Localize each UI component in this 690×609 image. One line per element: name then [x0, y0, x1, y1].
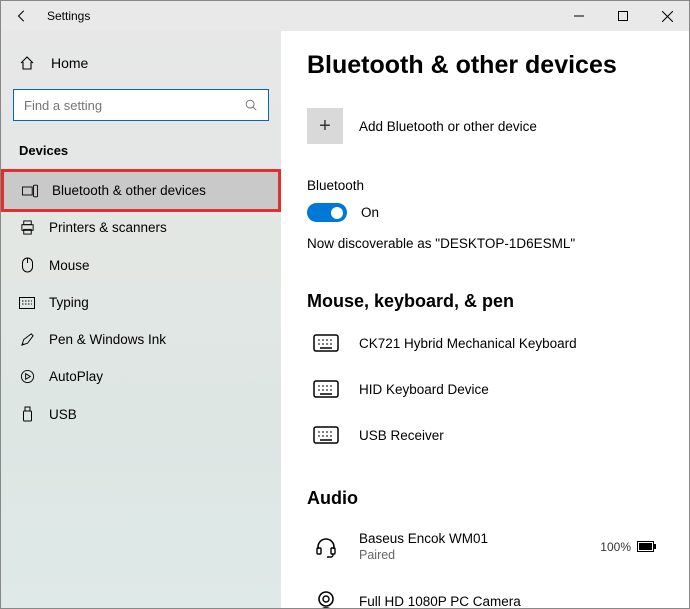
minimize-button[interactable]	[557, 1, 601, 31]
devices-icon	[22, 184, 38, 198]
sidebar-item-mouse[interactable]: Mouse	[1, 246, 281, 284]
device-row[interactable]: Baseus Encok WM01 Paired 100%	[307, 523, 663, 582]
usb-icon	[19, 406, 35, 422]
close-button[interactable]	[645, 1, 689, 31]
device-status: Paired	[359, 548, 582, 562]
search-icon	[244, 98, 258, 112]
search-field[interactable]	[24, 98, 244, 113]
home-label: Home	[51, 55, 88, 71]
home-nav[interactable]: Home	[1, 49, 281, 89]
settings-window: Settings Home	[0, 0, 690, 609]
keyboard-icon	[19, 297, 35, 309]
maximize-button[interactable]	[601, 1, 645, 31]
autoplay-icon	[19, 369, 35, 384]
device-name: HID Keyboard Device	[359, 382, 663, 397]
device-row[interactable]: CK721 Hybrid Mechanical Keyboard	[307, 326, 663, 372]
audio-header: Audio	[307, 488, 663, 509]
sidebar-item-pen[interactable]: Pen & Windows Ink	[1, 321, 281, 358]
sidebar-item-label: Typing	[49, 295, 89, 310]
device-name: CK721 Hybrid Mechanical Keyboard	[359, 336, 663, 351]
sidebar-item-label: AutoPlay	[49, 369, 103, 384]
keyboard-icon	[311, 334, 341, 352]
bluetooth-toggle-state: On	[361, 205, 379, 220]
sidebar-item-printers[interactable]: Printers & scanners	[1, 209, 281, 246]
battery-percent: 100%	[600, 540, 631, 554]
keyboard-icon	[311, 380, 341, 398]
mouse-icon	[19, 257, 35, 273]
sidebar-item-typing[interactable]: Typing	[1, 284, 281, 321]
add-device-label: Add Bluetooth or other device	[359, 119, 537, 134]
pen-icon	[19, 332, 35, 347]
titlebar: Settings	[1, 1, 689, 31]
device-name: USB Receiver	[359, 428, 663, 443]
plus-icon: +	[307, 108, 343, 144]
sidebar-item-label: Pen & Windows Ink	[49, 332, 166, 347]
search-input[interactable]	[13, 89, 269, 121]
page-title: Bluetooth & other devices	[307, 51, 663, 80]
sidebar-item-bluetooth[interactable]: Bluetooth & other devices	[4, 172, 278, 209]
battery-icon	[637, 541, 657, 552]
device-row[interactable]: HID Keyboard Device	[307, 372, 663, 418]
bluetooth-toggle[interactable]	[307, 203, 347, 222]
sidebar-item-label: Mouse	[49, 258, 90, 273]
window-title: Settings	[47, 9, 90, 23]
device-name: Baseus Encok WM01	[359, 531, 582, 546]
sidebar-item-label: Printers & scanners	[49, 220, 167, 235]
headset-icon	[311, 535, 341, 559]
section-label: Devices	[1, 139, 281, 172]
sidebar-item-usb[interactable]: USB	[1, 395, 281, 433]
bluetooth-section-label: Bluetooth	[307, 178, 663, 193]
device-row[interactable]: USB Receiver	[307, 418, 663, 464]
battery-indicator: 100%	[600, 540, 663, 554]
device-row[interactable]: Full HD 1080P PC Camera	[307, 582, 663, 608]
device-name: Full HD 1080P PC Camera	[359, 594, 663, 609]
sidebar-item-label: Bluetooth & other devices	[52, 183, 206, 198]
printer-icon	[19, 220, 35, 235]
main-content: Bluetooth & other devices + Add Bluetoot…	[281, 31, 689, 608]
home-icon	[19, 55, 35, 71]
discoverable-text: Now discoverable as "DESKTOP-1D6ESML"	[307, 236, 663, 251]
sidebar-item-label: USB	[49, 407, 77, 422]
sidebar-item-autoplay[interactable]: AutoPlay	[1, 358, 281, 395]
keyboard-icon	[311, 426, 341, 444]
camera-icon	[311, 590, 341, 608]
mouse-keyboard-pen-header: Mouse, keyboard, & pen	[307, 291, 663, 312]
sidebar: Home Devices Bluetooth & other devices	[1, 31, 281, 608]
highlight-box: Bluetooth & other devices	[1, 169, 281, 212]
add-device-button[interactable]: + Add Bluetooth or other device	[307, 108, 663, 144]
back-button[interactable]	[15, 9, 29, 23]
